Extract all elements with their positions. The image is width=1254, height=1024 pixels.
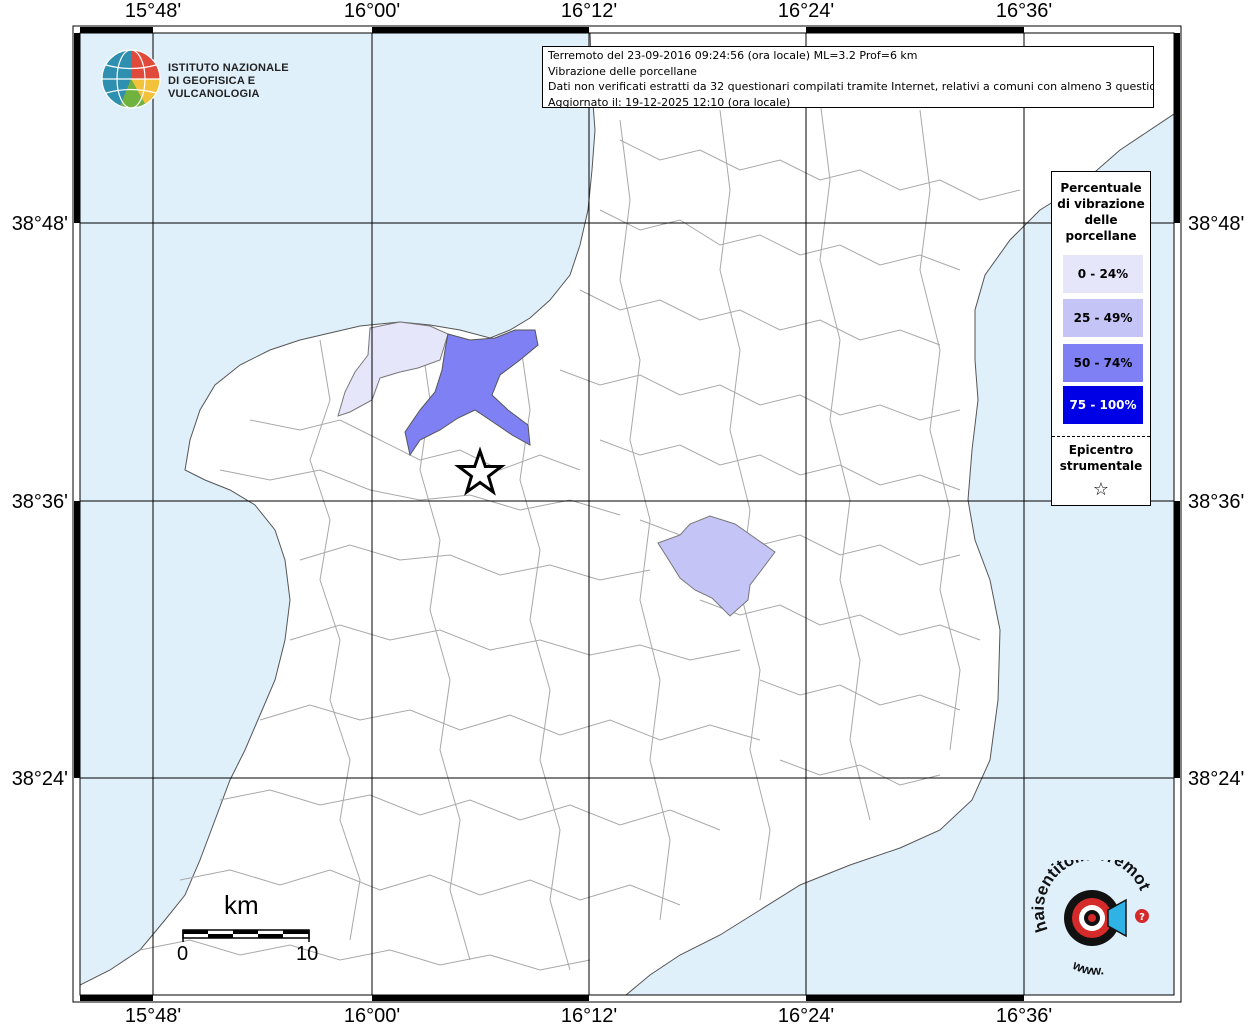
lon-label-top-5: 16°36' <box>996 0 1052 22</box>
haisentito-www: www. <box>1070 957 1105 978</box>
legend-epicenter-label: Epicentro strumentale <box>1059 443 1143 473</box>
legend-item-25-49: 25 - 49% <box>1063 299 1143 337</box>
lon-label-top-1: 15°48' <box>125 0 181 22</box>
legend-panel: Percentuale di vibrazione delle porcella… <box>1051 171 1151 506</box>
scale-start: 0 <box>177 943 189 965</box>
event-info-box: Terremoto del 23-09-2016 09:24:56 (ora l… <box>542 46 1154 108</box>
lon-label-top-2: 16°00' <box>344 0 400 22</box>
lon-label-top-4: 16°24' <box>778 0 834 22</box>
data-note: Dati non verificati estratti da 32 quest… <box>548 80 1154 93</box>
lon-label-bottom-3: 16°12' <box>561 1005 617 1024</box>
lon-label-top-3: 16°12' <box>561 0 617 22</box>
lon-label-bottom-4: 16°24' <box>778 1005 834 1024</box>
lon-label-bottom-2: 16°00' <box>344 1005 400 1024</box>
updated-date: Aggiornato il: 19-12-2025 12:10 (ora loc… <box>548 95 791 108</box>
map-subject: Vibrazione delle porcellane <box>548 64 697 78</box>
haisentito-logo: haisentitoilterremoto.it www. ? <box>1025 845 1160 980</box>
event-title: Terremoto del 23-09-2016 09:24:56 (ora l… <box>548 49 918 62</box>
legend-separator <box>1052 436 1150 437</box>
legend-title: Percentuale di vibrazione delle porcella… <box>1057 181 1145 243</box>
svg-text:?: ? <box>1139 912 1145 923</box>
scale-bar: km 0 10 <box>177 890 320 970</box>
lon-labels-bottom: 15°48' 16°00' 16°12' 16°24' 16°36' <box>125 1005 1052 1024</box>
scale-unit: km <box>224 890 259 920</box>
scale-end: 10 <box>296 943 319 965</box>
globe-icon <box>101 49 161 109</box>
lat-labels-right: 38°48' 38°36' 38°24' <box>1188 213 1244 790</box>
legend-star-icon: ☆ <box>1092 479 1110 500</box>
lon-labels-top: 15°48' 16°00' 16°12' 16°24' 16°36' <box>125 0 1052 22</box>
ingv-logo: ISTITUTO NAZIONALE DI GEOFISICA E VULCAN… <box>100 48 320 110</box>
lat-label-right-1: 38°48' <box>1188 213 1244 235</box>
legend-item-50-74: 50 - 74% <box>1063 344 1143 382</box>
lat-labels-left: 38°48' 38°36' 38°24' <box>12 213 68 790</box>
lat-label-left-2: 38°36' <box>12 491 68 513</box>
legend-item-0-24: 0 - 24% <box>1063 255 1143 293</box>
lat-label-right-2: 38°36' <box>1188 491 1244 513</box>
legend-item-75-100: 75 - 100% <box>1063 386 1143 424</box>
lon-label-bottom-5: 16°36' <box>996 1005 1052 1024</box>
lon-label-bottom-1: 15°48' <box>125 1005 181 1024</box>
lat-label-right-3: 38°24' <box>1188 768 1244 790</box>
ingv-line1: ISTITUTO NAZIONALE <box>168 62 289 74</box>
lat-label-left-3: 38°24' <box>12 768 68 790</box>
ingv-line2: DI GEOFISICA E VULCANOLOGIA <box>168 75 260 100</box>
lat-label-left-1: 38°48' <box>12 213 68 235</box>
